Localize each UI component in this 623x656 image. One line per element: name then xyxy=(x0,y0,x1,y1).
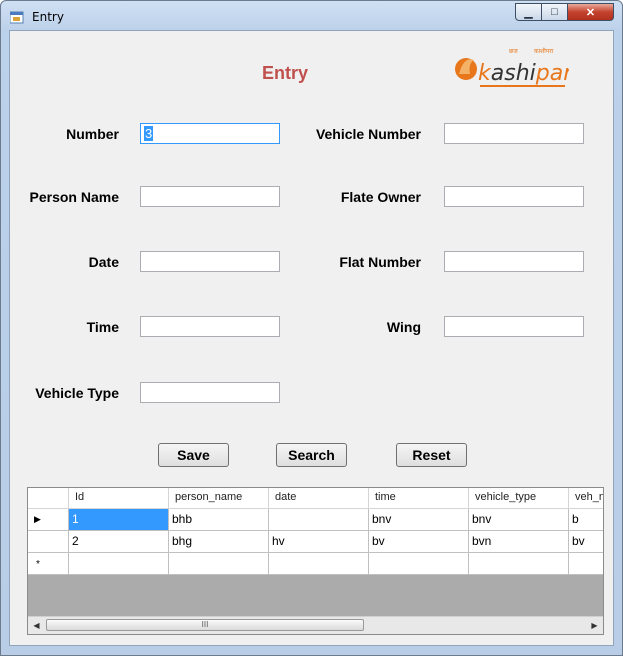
save-button[interactable]: Save xyxy=(158,443,229,467)
close-button[interactable]: ✕ xyxy=(567,3,614,21)
grid-corner-header xyxy=(28,488,69,509)
time-label: Time xyxy=(86,319,119,335)
vehicle-type-label: Vehicle Type xyxy=(35,385,119,401)
kashipara-logo: kashipara छज काशीपरा xyxy=(455,47,569,87)
maximize-button[interactable]: □ xyxy=(541,3,568,21)
logo-small-text-b: काशीपरा xyxy=(534,47,554,55)
flate-owner-input[interactable] xyxy=(444,186,584,207)
window-title: Entry xyxy=(32,10,64,24)
time-input[interactable] xyxy=(140,316,280,337)
column-header-time[interactable]: time xyxy=(369,488,469,509)
title-bar[interactable]: Entry ▁ □ ✕ xyxy=(1,1,622,31)
wing-input[interactable] xyxy=(444,316,584,337)
table-cell-new[interactable] xyxy=(269,553,369,575)
logo-small-text-a: छज xyxy=(509,48,518,55)
date-label: Date xyxy=(88,254,119,270)
row-header[interactable] xyxy=(28,531,69,553)
column-header-id[interactable]: Id xyxy=(69,488,169,509)
date-input[interactable] xyxy=(140,251,280,272)
logo-text: kashipara xyxy=(478,61,569,86)
flate-owner-label: Flate Owner xyxy=(340,189,421,205)
page-title: Entry xyxy=(262,63,309,83)
table-cell[interactable]: bnv xyxy=(469,509,569,531)
table-cell[interactable]: bv xyxy=(569,531,603,553)
table-cell-new[interactable] xyxy=(569,553,603,575)
number-value: 3 xyxy=(144,126,154,141)
table-cell[interactable]: 2 xyxy=(69,531,169,553)
row-header-current[interactable]: ▶ xyxy=(28,509,69,531)
table-cell-new[interactable] xyxy=(69,553,169,575)
person-name-input[interactable] xyxy=(140,186,280,207)
entries-grid[interactable]: Id person_name date time vehicle_type ve… xyxy=(27,487,604,635)
minimize-button[interactable]: ▁ xyxy=(515,3,542,21)
vehicle-type-input[interactable] xyxy=(140,382,280,403)
scroll-left-arrow-icon[interactable]: ◀ xyxy=(28,617,45,634)
search-button[interactable]: Search xyxy=(276,443,347,467)
table-cell-new[interactable] xyxy=(169,553,269,575)
horizontal-scrollbar[interactable]: ◀ III ▶ xyxy=(28,616,603,634)
scroll-right-arrow-icon[interactable]: ▶ xyxy=(586,617,603,634)
table-cell[interactable]: hv xyxy=(269,531,369,553)
number-label: Number xyxy=(66,126,119,142)
table-cell[interactable]: bvn xyxy=(469,531,569,553)
person-name-label: Person Name xyxy=(29,189,119,205)
table-cell-new[interactable] xyxy=(469,553,569,575)
column-header-person-name[interactable]: person_name xyxy=(169,488,269,509)
flat-number-label: Flat Number xyxy=(339,254,421,270)
vehicle-number-input[interactable] xyxy=(444,123,584,144)
table-cell[interactable]: bv xyxy=(369,531,469,553)
column-header-vehicle-number[interactable]: veh_n xyxy=(569,488,603,509)
table-cell[interactable]: 1 xyxy=(69,509,169,531)
scrollbar-thumb[interactable]: III xyxy=(46,619,364,631)
table-cell-new[interactable] xyxy=(369,553,469,575)
table-cell[interactable]: bhg xyxy=(169,531,269,553)
reset-button[interactable]: Reset xyxy=(396,443,467,467)
table-cell[interactable]: bnv xyxy=(369,509,469,531)
column-header-vehicle-type[interactable]: vehicle_type xyxy=(469,488,569,509)
table-cell[interactable]: bhb xyxy=(169,509,269,531)
number-input[interactable]: 3 xyxy=(140,123,280,144)
form-app-icon xyxy=(10,11,24,24)
vehicle-number-label: Vehicle Number xyxy=(315,126,421,142)
row-header-new[interactable]: * xyxy=(28,553,69,575)
flat-number-input[interactable] xyxy=(444,251,584,272)
wing-label: Wing xyxy=(386,319,421,335)
table-cell[interactable] xyxy=(269,509,369,531)
column-header-date[interactable]: date xyxy=(269,488,369,509)
table-cell[interactable]: b xyxy=(569,509,603,531)
